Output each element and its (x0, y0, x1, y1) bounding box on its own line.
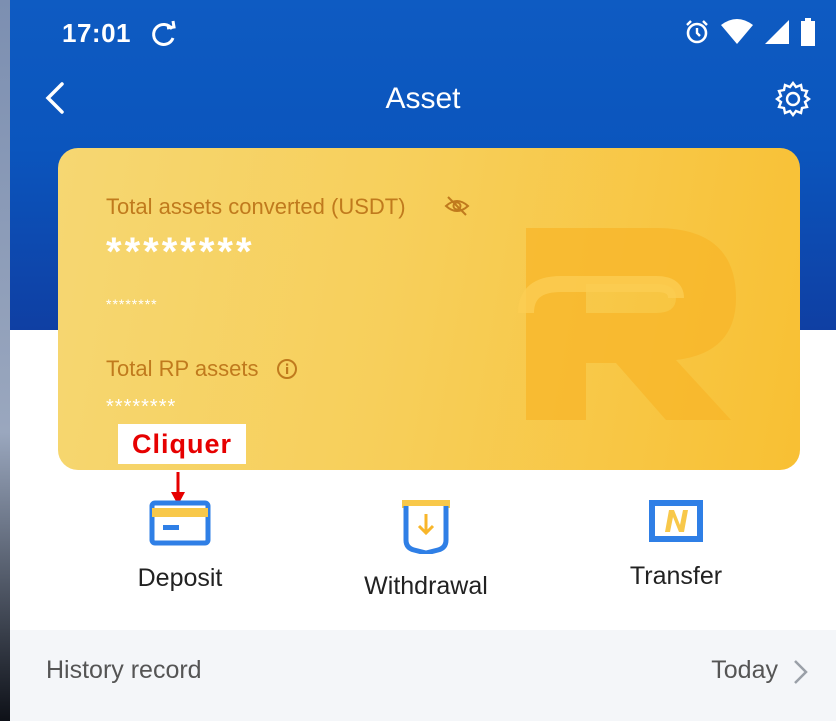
phone-screen: 17:01 Asset Total assets converted (USDT… (10, 0, 836, 721)
status-bar: 17:01 (10, 0, 836, 70)
total-assets-value: ******** (106, 230, 255, 274)
action-row: Deposit Withdrawal Transfer (10, 498, 836, 618)
transfer-label: Transfer (629, 562, 723, 590)
history-date-filter[interactable]: Today (711, 656, 778, 685)
asset-card: Total assets converted (USDT) ******** *… (58, 148, 800, 470)
withdraw-icon (402, 500, 450, 554)
page-title: Asset (385, 82, 461, 115)
history-record-row[interactable]: History record Today (10, 630, 836, 721)
chevron-right-icon[interactable] (792, 658, 810, 686)
withdrawal-button[interactable]: Withdrawal (316, 498, 536, 601)
total-assets-label: Total assets converted (USDT) (106, 194, 406, 219)
deposit-label: Deposit (137, 564, 223, 592)
info-icon[interactable] (276, 358, 298, 380)
withdrawal-label: Withdrawal (364, 572, 488, 600)
signal-icon (765, 20, 789, 44)
alarm-icon (686, 20, 708, 44)
status-time: 17:01 (62, 18, 131, 48)
annotation-label: Cliquer (118, 424, 246, 464)
rp-logo-watermark (518, 228, 736, 420)
total-assets-subvalue: ******** (106, 296, 158, 312)
wifi-icon (721, 19, 753, 44)
eye-off-icon[interactable] (444, 193, 470, 219)
history-label: History record (46, 656, 202, 684)
nav-bar: Asset (10, 70, 836, 130)
transfer-button[interactable]: Transfer (566, 498, 786, 591)
gear-icon[interactable] (774, 80, 812, 118)
transfer-icon (649, 500, 703, 542)
card-icon (149, 500, 211, 546)
battery-icon (801, 18, 815, 46)
status-icons (684, 18, 816, 46)
rp-assets-value: ******** (106, 396, 177, 418)
deposit-button[interactable]: Deposit (70, 498, 290, 593)
window-border (0, 0, 10, 721)
sync-icon (152, 20, 176, 46)
rp-assets-label: Total RP assets (106, 356, 259, 381)
